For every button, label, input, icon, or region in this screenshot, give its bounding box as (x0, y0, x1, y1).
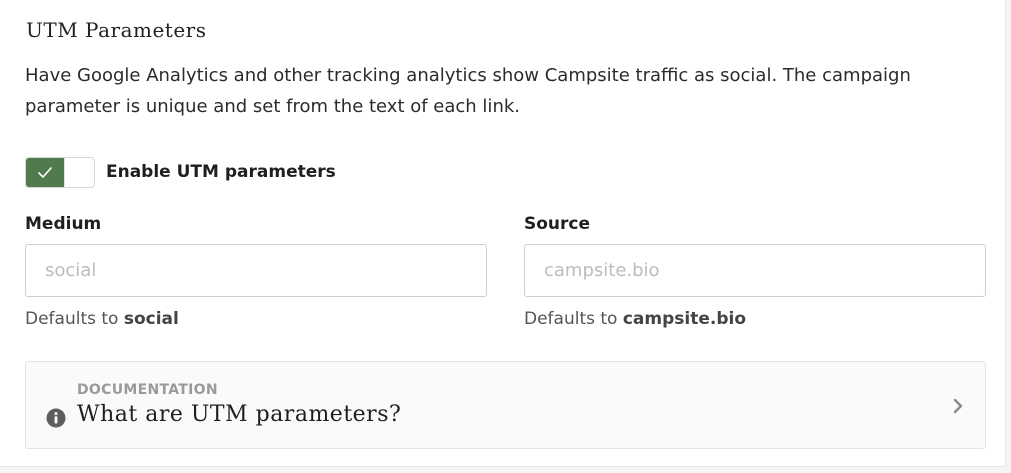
documentation-link[interactable]: DOCUMENTATION What are UTM parameters? (25, 361, 986, 449)
source-input[interactable] (524, 244, 986, 297)
toggle-track (26, 158, 64, 187)
chevron-right-icon (953, 398, 963, 414)
documentation-title: What are UTM parameters? (77, 402, 402, 427)
medium-help-prefix: Defaults to (25, 309, 124, 329)
toggle-knob (64, 158, 94, 187)
source-help: Defaults to campsite.bio (524, 309, 746, 329)
medium-help: Defaults to social (25, 309, 179, 329)
source-help-prefix: Defaults to (524, 309, 623, 329)
section-title: UTM Parameters (26, 18, 207, 42)
info-icon (46, 408, 66, 428)
medium-input[interactable] (25, 244, 487, 297)
medium-label: Medium (25, 214, 102, 234)
source-help-default: campsite.bio (622, 309, 747, 329)
check-icon (38, 167, 52, 178)
source-label: Source (524, 214, 591, 234)
documentation-kicker: DOCUMENTATION (77, 382, 218, 398)
utm-settings-card: UTM Parameters Have Google Analytics and… (0, 0, 1006, 467)
toggle-label: Enable UTM parameters (106, 162, 336, 182)
utm-toggle[interactable] (25, 157, 95, 188)
medium-help-default: social (123, 309, 179, 329)
section-description: Have Google Analytics and other tracking… (25, 65, 911, 117)
